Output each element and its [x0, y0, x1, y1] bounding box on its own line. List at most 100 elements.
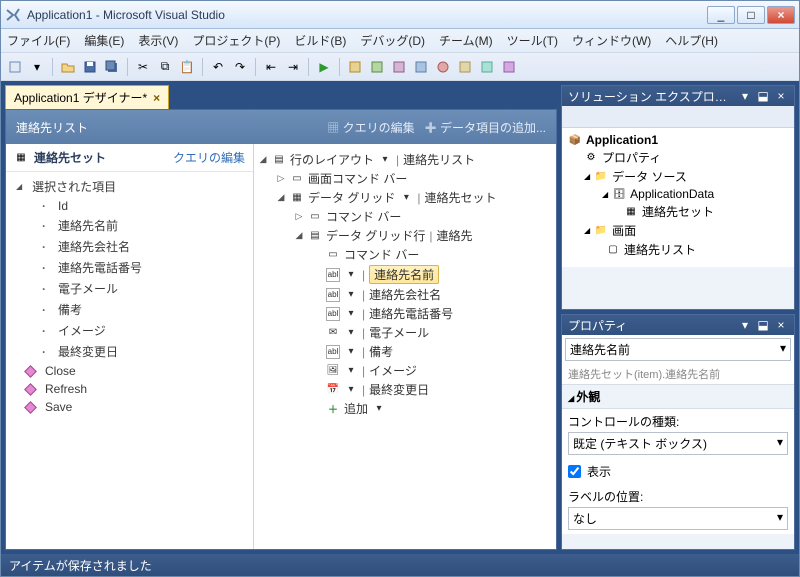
properties-section-appearance[interactable]: ◢ 外観 — [562, 384, 794, 409]
cmd-bar2-label[interactable]: コマンド バー — [344, 246, 419, 263]
grid-field-lastmod[interactable]: 最終変更日 — [369, 381, 429, 398]
query-edit-link[interactable]: ▦ クエリの編集 — [327, 119, 414, 136]
add-data-item-link[interactable]: ✚ データ項目の追加... — [425, 119, 546, 136]
edit-query-link[interactable]: クエリの編集 — [173, 149, 245, 166]
dropdown-icon[interactable]: ▾ — [344, 364, 358, 378]
toggle-row-layout[interactable] — [258, 154, 268, 165]
menu-build[interactable]: ビルド(B) — [294, 32, 346, 49]
cmd-refresh[interactable]: Refresh — [6, 380, 253, 398]
menu-file[interactable]: ファイル(F) — [7, 32, 70, 49]
solution-screens[interactable]: 画面 — [612, 222, 636, 239]
add-link[interactable]: 追加 — [344, 400, 368, 417]
cut-button[interactable]: ✂ — [133, 57, 153, 77]
ext-button-7[interactable] — [477, 57, 497, 77]
cmd-close[interactable]: Close — [6, 362, 253, 380]
dropdown-icon[interactable]: ▾ — [344, 345, 358, 359]
document-tab[interactable]: Application1 デザイナー* × — [5, 85, 169, 109]
field-phone[interactable]: 連絡先電話番号 — [6, 257, 253, 278]
dropdown-icon[interactable]: ▾ — [344, 326, 358, 340]
solution-set[interactable]: 連絡先セット — [642, 203, 714, 220]
menu-edit[interactable]: 編集(E) — [84, 32, 124, 49]
new-project-button[interactable] — [5, 57, 25, 77]
grid-field-company[interactable]: 連絡先会社名 — [369, 286, 441, 303]
save-button[interactable] — [80, 57, 100, 77]
menu-window[interactable]: ウィンドウ(W) — [572, 32, 651, 49]
control-type-select[interactable]: 既定 (テキスト ボックス)▾ — [568, 432, 788, 455]
minimize-button[interactable]: _ — [707, 6, 735, 24]
toggle-data-grid-row[interactable] — [294, 230, 304, 241]
ext-button-1[interactable] — [345, 57, 365, 77]
label-position-select[interactable]: なし▾ — [568, 507, 788, 530]
undo-button[interactable]: ↶ — [208, 57, 228, 77]
dropdown-icon[interactable]: ▾ — [344, 288, 358, 302]
panel-pin-icon[interactable]: ⬓ — [756, 318, 770, 332]
field-company[interactable]: 連絡先会社名 — [6, 236, 253, 257]
cmd-save[interactable]: Save — [6, 398, 253, 416]
toggle-data-grid[interactable] — [276, 192, 286, 203]
ext-button-5[interactable] — [433, 57, 453, 77]
menu-tools[interactable]: ツール(T) — [507, 32, 558, 49]
ext-button-4[interactable] — [411, 57, 431, 77]
panel-pin-icon[interactable]: ⬓ — [756, 89, 770, 103]
toggle-cmd-bar[interactable] — [294, 211, 304, 222]
panel-close-icon[interactable]: × — [774, 89, 788, 103]
menu-view[interactable]: 表示(V) — [138, 32, 178, 49]
chevron-down-icon[interactable]: ◢ — [602, 190, 608, 199]
field-id[interactable]: Id — [6, 197, 253, 215]
menu-team[interactable]: チーム(M) — [439, 32, 493, 49]
grid-field-image[interactable]: イメージ — [369, 362, 417, 379]
dropdown-icon[interactable]: ▾ — [399, 191, 413, 205]
field-name[interactable]: 連絡先名前 — [6, 215, 253, 236]
field-email[interactable]: 電子メール — [6, 278, 253, 299]
chevron-down-icon[interactable]: ◢ — [584, 172, 590, 181]
screen-cmd-bar[interactable]: 画面コマンド バー — [308, 170, 407, 187]
field-notes[interactable]: 備考 — [6, 299, 253, 320]
selected-item-header[interactable]: 選択された項目 — [6, 176, 253, 197]
ext-button-6[interactable] — [455, 57, 475, 77]
menu-debug[interactable]: デバッグ(D) — [360, 32, 425, 49]
solution-properties[interactable]: プロパティ — [602, 149, 661, 166]
data-grid-label[interactable]: データ グリッド — [308, 189, 395, 206]
field-image[interactable]: イメージ — [6, 320, 253, 341]
solution-screen-name[interactable]: 連絡先リスト — [624, 241, 696, 258]
open-button[interactable] — [58, 57, 78, 77]
solution-app-name[interactable]: Application1 — [586, 133, 658, 147]
dropdown-icon[interactable]: ▾ — [344, 268, 358, 282]
field-lastmod[interactable]: 最終変更日 — [6, 341, 253, 362]
menu-help[interactable]: ヘルプ(H) — [665, 32, 718, 49]
paste-button[interactable]: 📋 — [177, 57, 197, 77]
dropdown-icon[interactable]: ▾ — [378, 153, 392, 167]
grid-field-email[interactable]: 電子メール — [369, 324, 429, 341]
maximize-button[interactable]: □ — [737, 6, 765, 24]
dropdown-icon[interactable]: ▾ — [344, 307, 358, 321]
chevron-down-icon[interactable]: ◢ — [584, 226, 590, 235]
document-tab-close[interactable]: × — [153, 91, 160, 105]
cmd-bar-label[interactable]: コマンド バー — [326, 208, 401, 225]
dropdown-icon[interactable]: ▾ — [372, 402, 386, 416]
ext-button-2[interactable] — [367, 57, 387, 77]
panel-dropdown-icon[interactable]: ▾ — [738, 318, 752, 332]
toggle-screen-cmd-bar[interactable] — [276, 173, 286, 184]
close-button[interactable]: × — [767, 6, 795, 24]
start-debug-button[interactable]: ▶ — [314, 57, 334, 77]
dropdown-icon[interactable]: ▾ — [344, 383, 358, 397]
save-all-button[interactable] — [102, 57, 122, 77]
row-layout-label[interactable]: 行のレイアウト — [290, 151, 374, 168]
menu-project[interactable]: プロジェクト(P) — [192, 32, 280, 49]
indent-in-button[interactable]: ⇥ — [283, 57, 303, 77]
solution-datasources[interactable]: データ ソース — [612, 168, 687, 185]
grid-field-notes[interactable]: 備考 — [369, 343, 393, 360]
redo-button[interactable]: ↷ — [230, 57, 250, 77]
ext-button-3[interactable] — [389, 57, 409, 77]
solution-appdata[interactable]: ApplicationData — [630, 187, 714, 201]
panel-close-icon[interactable]: × — [774, 318, 788, 332]
copy-button[interactable]: ⧉ — [155, 57, 175, 77]
ext-button-8[interactable] — [499, 57, 519, 77]
grid-field-phone[interactable]: 連絡先電話番号 — [369, 305, 453, 322]
indent-out-button[interactable]: ⇤ — [261, 57, 281, 77]
show-checkbox[interactable] — [568, 465, 581, 478]
data-grid-row-label[interactable]: データ グリッド行 — [326, 227, 425, 244]
grid-field-name[interactable]: 連絡先名前 — [369, 265, 439, 284]
properties-selected-combo[interactable]: 連絡先名前▾ — [565, 338, 791, 361]
new-dropdown-icon[interactable]: ▾ — [27, 57, 47, 77]
